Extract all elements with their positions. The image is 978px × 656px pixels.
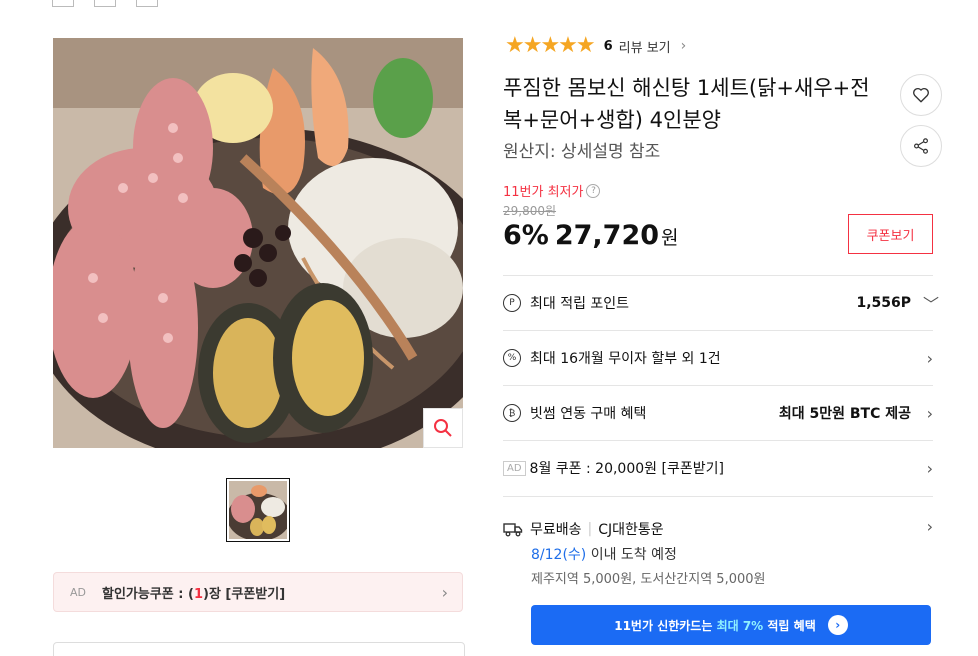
delivery-info[interactable]: 무료배송 | CJ대한통운 8/12(수) 이내 도착 예정 제주지역 5,00… [503, 496, 933, 596]
benefit-label: 빗썸 연동 구매 혜택 [530, 406, 647, 422]
chevron-right-icon: › [926, 458, 933, 478]
review-link[interactable]: 리뷰 보기 [619, 37, 671, 56]
arrow-right-icon: › [827, 615, 848, 635]
chevron-down-icon: ﹀ [923, 295, 940, 314]
benefit-row-installment[interactable]: % 최대 16개월 무이자 할부 외 1건 › [503, 330, 933, 385]
banner-text: 11번가 신한카드는 최대 7% 적립 혜택 [614, 617, 816, 634]
original-price: 29,800원 [503, 204, 557, 218]
wishlist-button[interactable] [900, 74, 942, 116]
rating-summary[interactable]: ★★★★★ 6 리뷰 보기 › [505, 35, 686, 57]
option-box[interactable] [136, 0, 158, 7]
top-options-strip [52, 0, 158, 8]
chevron-right-icon: › [926, 403, 933, 423]
lowest-price-label: 11번가 최저가 ? [503, 181, 601, 200]
zoom-button[interactable] [423, 408, 463, 448]
percent-icon: % [503, 349, 521, 367]
view-coupon-button[interactable]: 쿠폰보기 [848, 214, 933, 254]
thumbnail-image [227, 481, 291, 541]
benefit-value: 최대 5만원 BTC 제공 [778, 406, 911, 422]
option-box[interactable] [52, 0, 74, 7]
product-photo [53, 38, 463, 448]
sale-price: 27,720 [554, 220, 660, 251]
card-promo-banner[interactable]: 11번가 신한카드는 최대 7% 적립 혜택 › [531, 605, 931, 645]
price-unit: 원 [661, 227, 679, 249]
search-icon [434, 419, 452, 437]
lowest-price-text: 11번가 최저가 [503, 185, 584, 200]
benefit-row-points[interactable]: P 최대 적립 포인트 1,556P ﹀ [503, 275, 940, 330]
delivery-type: 무료배송 [530, 522, 582, 538]
share-icon [914, 138, 928, 154]
coupon-bar-label: 할인가능쿠폰 : ( [102, 586, 194, 602]
bottom-card [53, 642, 465, 656]
bitcoin-icon: ₿ [503, 404, 521, 422]
benefit-label: 최대 16개월 무이자 할부 외 1건 [530, 351, 721, 367]
banner-highlight: 최대 7% [716, 618, 764, 633]
banner-suffix: 적립 혜택 [763, 618, 816, 633]
review-count: 6 [603, 38, 613, 54]
arrival-suffix: 이내 도착 예정 [586, 547, 677, 563]
price-row: 6% 27,720 원 [503, 220, 679, 251]
share-button[interactable] [900, 125, 942, 167]
ad-label: AD [70, 585, 86, 599]
discount-coupon-bar[interactable]: AD 할인가능쿠폰 : (1)장 [쿠폰받기] › [53, 572, 463, 612]
top-option[interactable] [52, 0, 74, 7]
discount-rate: 6% [503, 220, 549, 251]
option-box[interactable] [94, 0, 116, 7]
heart-icon [913, 87, 929, 103]
arrival-date: 8/12(수) [531, 547, 587, 563]
delivery-date: 8/12(수) 이내 도착 예정 [531, 544, 677, 564]
product-thumbnail[interactable] [226, 478, 291, 542]
ad-badge: AD [503, 460, 526, 476]
coupon-bar-text: 할인가능쿠폰 : (1)장 [쿠폰받기] [102, 583, 442, 602]
product-origin: 원산지: 상세설명 참조 [503, 142, 661, 162]
product-title: 푸짐한 몸보신 해신탕 1세트(닭+새우+전복+문어+생합) 4인분양 [503, 76, 870, 132]
help-icon[interactable]: ? [586, 183, 601, 198]
chevron-right-icon: › [441, 582, 448, 602]
delivery-header: 무료배송 | CJ대한통운 [503, 519, 664, 539]
chevron-right-icon: › [926, 517, 933, 536]
top-option[interactable] [136, 0, 158, 7]
benefit-value: 1,556P [856, 295, 911, 311]
star-rating-icon: ★★★★★ [505, 33, 596, 58]
chevron-right-icon: › [926, 348, 933, 368]
coupon-count: 1 [193, 586, 203, 602]
benefit-label: 8월 쿠폰 : 20,000원 [쿠폰받기] [529, 461, 724, 477]
benefit-label: 최대 적립 포인트 [530, 296, 630, 312]
top-option[interactable] [94, 0, 116, 7]
banner-prefix: 11번가 신한카드는 [614, 618, 717, 633]
benefit-row-coupon[interactable]: AD 8월 쿠폰 : 20,000원 [쿠폰받기] › [503, 440, 933, 495]
courier-name: CJ대한통운 [598, 522, 664, 538]
coupon-bar-suffix: )장 [쿠폰받기] [203, 586, 286, 602]
benefit-row-bithumb[interactable]: ₿ 빗썸 연동 구매 혜택 최대 5만원 BTC 제공 › [503, 385, 933, 440]
product-main-image[interactable] [53, 38, 463, 448]
divider: | [587, 521, 593, 537]
truck-icon [503, 523, 523, 537]
extra-shipping-fee: 제주지역 5,000원, 도서산간지역 5,000원 [531, 572, 766, 587]
chevron-right-icon: › [680, 38, 687, 54]
point-icon: P [503, 294, 521, 312]
